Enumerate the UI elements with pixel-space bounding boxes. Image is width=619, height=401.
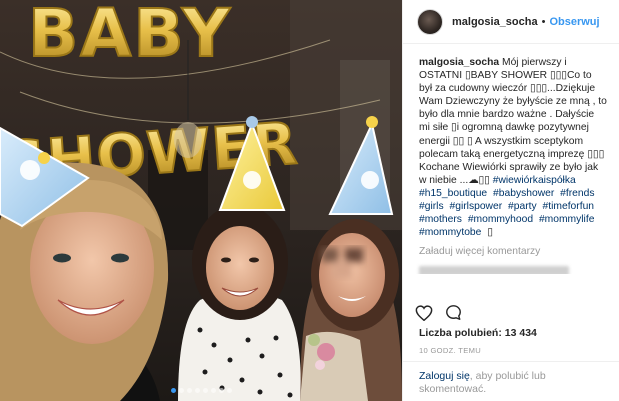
login-prompt: Zaloguj się, aby polubić lub skomentować…: [403, 361, 619, 401]
avatar[interactable]: [417, 8, 443, 35]
balloon-text-top: BABY: [28, 0, 232, 72]
carousel-dot[interactable]: [186, 388, 192, 393]
carousel-indicator: [0, 388, 402, 393]
post-photo[interactable]: BABY SHOWER: [0, 0, 402, 401]
caption-area: malgosia_socha Mój pierwszy i OSTATNI ▯B…: [403, 44, 619, 274]
likes-count[interactable]: Liczba polubień: 13 434: [419, 327, 537, 339]
carousel-dot[interactable]: [170, 388, 176, 393]
action-bar: [415, 304, 462, 321]
carousel-dot[interactable]: [202, 388, 208, 393]
post-side-panel: malgosia_socha • Obserwuj malgosia_socha…: [402, 0, 619, 401]
load-more-comments-button[interactable]: Załaduj więcej komentarzy: [419, 245, 607, 258]
hashtag-link[interactable]: #wiewiórkaispółka: [493, 175, 576, 186]
carousel-dot[interactable]: [210, 388, 216, 393]
likes-label: Liczba polubień:: [419, 327, 502, 339]
balloon-letters-baby: BABY: [27, 0, 232, 73]
hashtag-link[interactable]: #mommyhood: [468, 214, 533, 225]
hashtag-link[interactable]: #timeforfun: [543, 201, 595, 212]
comment-icon: [446, 305, 461, 320]
carousel-dot[interactable]: [178, 388, 184, 393]
hashtag-link[interactable]: #girlspower: [449, 201, 502, 212]
caption-username[interactable]: malgosia_socha: [419, 57, 499, 68]
carousel-dot[interactable]: [218, 388, 224, 393]
hashtag-link[interactable]: #mothers: [419, 214, 462, 225]
blurred-comment-text: [419, 265, 569, 274]
hashtag-link[interactable]: #mommytobe: [419, 227, 481, 238]
like-button[interactable]: [415, 304, 433, 321]
caption: malgosia_socha Mój pierwszy i OSTATNI ▯B…: [419, 56, 607, 239]
hashtag-link[interactable]: #h15_boutique: [419, 188, 487, 199]
login-link[interactable]: Zaloguj się: [419, 370, 470, 382]
hashtag-link[interactable]: #girls: [419, 201, 444, 212]
party-photo-illustration: BABY SHOWER: [0, 0, 402, 401]
carousel-dot[interactable]: [194, 388, 200, 393]
post-timestamp[interactable]: 10 GODZ. TEMU: [419, 346, 481, 355]
comment-button[interactable]: [445, 304, 462, 321]
caption-text: Mój pierwszy i OSTATNI ▯BABY SHOWER ▯▯▯C…: [419, 57, 607, 186]
likes-number: 13 434: [504, 327, 537, 339]
hashtag-link[interactable]: #frends: [560, 188, 594, 199]
caption-tail: ▯: [487, 227, 493, 239]
carousel-dot[interactable]: [226, 388, 232, 393]
post-header: malgosia_socha • Obserwuj: [403, 0, 619, 44]
hashtag-link[interactable]: #babyshower: [493, 188, 554, 199]
instagram-post-embed: BABY SHOWER malgosia_socha • Obserwuj ma…: [0, 0, 619, 401]
follow-button[interactable]: Obserwuj: [549, 16, 599, 28]
heart-icon: [415, 304, 433, 321]
hashtag-link[interactable]: #mommylife: [539, 214, 595, 225]
header-separator: •: [541, 15, 546, 28]
hashtag-link[interactable]: #party: [508, 201, 537, 212]
header-username[interactable]: malgosia_socha: [452, 16, 538, 28]
blurred-comment: [419, 264, 607, 274]
